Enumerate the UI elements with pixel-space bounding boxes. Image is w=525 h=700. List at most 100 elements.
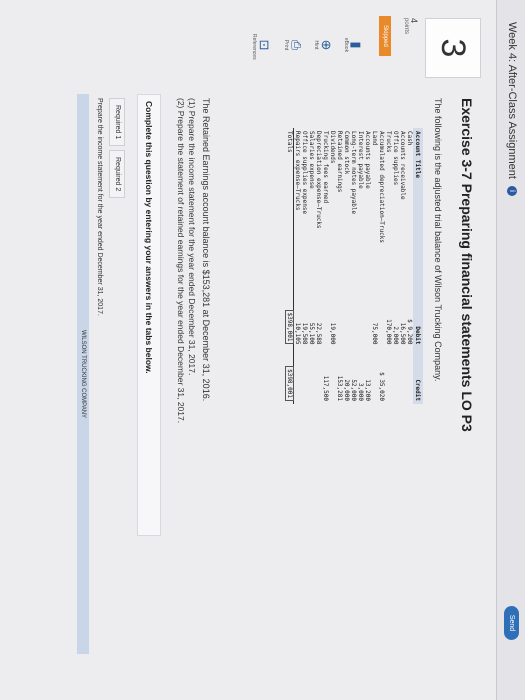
prepare-instruction: Prepare the income statement for the yea…	[96, 98, 103, 316]
rotated-assignment-view: Week 4: After-Class Assignment i Send 3 …	[0, 0, 525, 700]
cell-credit	[329, 347, 336, 404]
hint-icon: ⊕	[319, 39, 334, 51]
total-account-value: Totals	[286, 131, 293, 153]
cell-debit	[378, 291, 385, 348]
page: Week 4: After-Class Assignment i Send 3 …	[0, 0, 525, 700]
cell-account: Accounts receivable	[399, 131, 406, 200]
points-label: points	[403, 18, 409, 35]
send-button[interactable]: Send	[504, 606, 519, 640]
trial-balance-table: Account Title Debit Credit Cash $ 9,200 Ac…	[285, 128, 423, 404]
cell-debit: 55,100	[308, 322, 315, 345]
cell-account: Common stock	[343, 131, 350, 175]
cell-credit	[308, 347, 315, 404]
cell-debit	[322, 291, 329, 348]
cell-debit: 16,500	[399, 322, 406, 345]
hint-label: Hint	[313, 40, 319, 50]
instructions-box: Complete this question by entering your …	[137, 94, 161, 536]
total-credit-value: $398,001	[285, 366, 294, 401]
table-row: Common stock 20,000	[343, 128, 350, 404]
ebook-label: eBook	[343, 37, 349, 53]
totals-row: Totals $398,001 $398,001	[285, 128, 294, 404]
references-label: References	[251, 34, 257, 60]
table-row: Accounts payable 13,200	[364, 128, 371, 404]
book-icon: ▮	[349, 41, 364, 49]
tab-required-2[interactable]: Required 2	[109, 150, 125, 199]
cell-credit	[371, 347, 378, 404]
cell-debit: 22,588	[315, 322, 322, 345]
ebook-button[interactable]: ▮ eBook	[343, 34, 364, 56]
cell-account: Cash	[406, 131, 413, 146]
assignment-title-text: Week 4: After-Class Assignment	[506, 22, 518, 179]
cell-credit	[406, 347, 413, 404]
table-header-row: Account Title Debit Credit	[413, 128, 423, 404]
requirements-list: (1) Prepare the income statement for the…	[175, 98, 197, 423]
table-row: Salaries expense 55,100	[308, 128, 315, 404]
cell-account: Trucking fees earned	[322, 131, 329, 204]
table-row: Long-term notes payable 52,000	[350, 128, 357, 404]
cell-debit	[357, 291, 364, 348]
cell-debit: $ 9,200	[406, 319, 413, 345]
col-header-credit: Credit	[413, 347, 423, 404]
cell-credit	[315, 347, 322, 404]
cell-account: Office supplies	[392, 131, 399, 186]
cell-account: Depreciation expense–Trucks	[315, 131, 322, 229]
cell-credit: 52,000	[350, 379, 357, 401]
table-row: Repairs expense–Trucks 10,105	[294, 128, 302, 404]
exercise-intro: The following is the adjusted trial bala…	[433, 98, 443, 382]
references-button[interactable]: ⊡ References	[251, 34, 272, 60]
cell-debit: 19,508	[301, 322, 308, 345]
requirement-2: (2) Prepare the statement of retained ea…	[176, 98, 186, 424]
complete-prompt: Complete this question by entering your …	[144, 101, 154, 374]
cell-credit: 117,500	[322, 375, 329, 401]
top-bar: Week 4: After-Class Assignment i Send	[496, 0, 525, 700]
table-row: Cash $ 9,200	[406, 128, 413, 404]
cell-account: Long-term notes payable	[350, 131, 357, 215]
cell-debit: 170,000	[385, 319, 392, 345]
cell-debit: 19,000	[329, 322, 336, 345]
cell-account: Retained earnings	[336, 131, 343, 193]
table-row: Dividends 19,000	[329, 128, 336, 404]
retained-earnings-note: The Retained Earnings account balance is…	[201, 98, 211, 402]
print-button[interactable]: ⎙ Print	[283, 34, 304, 56]
cell-debit: 2,000	[392, 326, 399, 345]
cell-account: Office supplies expense	[301, 131, 308, 215]
assignment-title[interactable]: Week 4: After-Class Assignment i	[506, 22, 518, 196]
print-icon: ⎙	[289, 39, 304, 51]
col-header-debit: Debit	[413, 290, 423, 348]
table-row: Office supplies 2,000	[392, 128, 399, 404]
cell-account: Salaries expense	[308, 131, 315, 189]
table-row: Interest payable 3,000	[357, 128, 364, 404]
exercise-title: Exercise 3-7 Preparing financial stateme…	[459, 98, 475, 432]
table-row: Accounts receivable 16,500	[399, 128, 406, 404]
hint-button[interactable]: ⊕ Hint	[313, 34, 334, 56]
cell-debit	[336, 291, 343, 348]
cell-credit: 13,200	[364, 379, 371, 401]
references-icon: ⊡	[257, 39, 272, 51]
requirement-1: (1) Prepare the income statement for the…	[187, 98, 197, 376]
table-row: Trucks 170,000	[385, 128, 392, 404]
col-header-account: Account Title	[413, 128, 423, 291]
table-row: Retained earnings 153,281	[336, 128, 343, 404]
cell-credit: 20,000	[343, 379, 350, 401]
cell-debit	[350, 291, 357, 348]
total-debit: $398,001	[285, 290, 294, 348]
points-value: 4	[409, 18, 419, 24]
table-row: Office supplies expense 19,508	[301, 128, 308, 404]
company-name-header: WILSON TRUCKING COMPANY	[77, 94, 89, 654]
cell-credit	[385, 347, 392, 404]
cell-account: Dividends	[329, 131, 336, 164]
cell-debit	[364, 291, 371, 348]
cell-debit: 75,000	[371, 322, 378, 345]
cell-credit	[399, 347, 406, 404]
tab-required-1[interactable]: Required 1	[109, 98, 125, 147]
info-icon[interactable]: i	[506, 185, 517, 196]
cell-account: Land	[371, 131, 378, 146]
total-account: Totals	[286, 128, 294, 291]
cell-credit	[294, 347, 302, 404]
cell-account: Trucks	[385, 131, 392, 153]
cell-credit: 153,281	[336, 375, 343, 401]
total-credit: $398,001	[285, 347, 294, 404]
cell-account: Accumulated depreciation–Trucks	[378, 131, 385, 243]
cell-credit	[301, 347, 308, 404]
table-row: Accumulated depreciation–Trucks $ 35,020	[378, 128, 385, 404]
